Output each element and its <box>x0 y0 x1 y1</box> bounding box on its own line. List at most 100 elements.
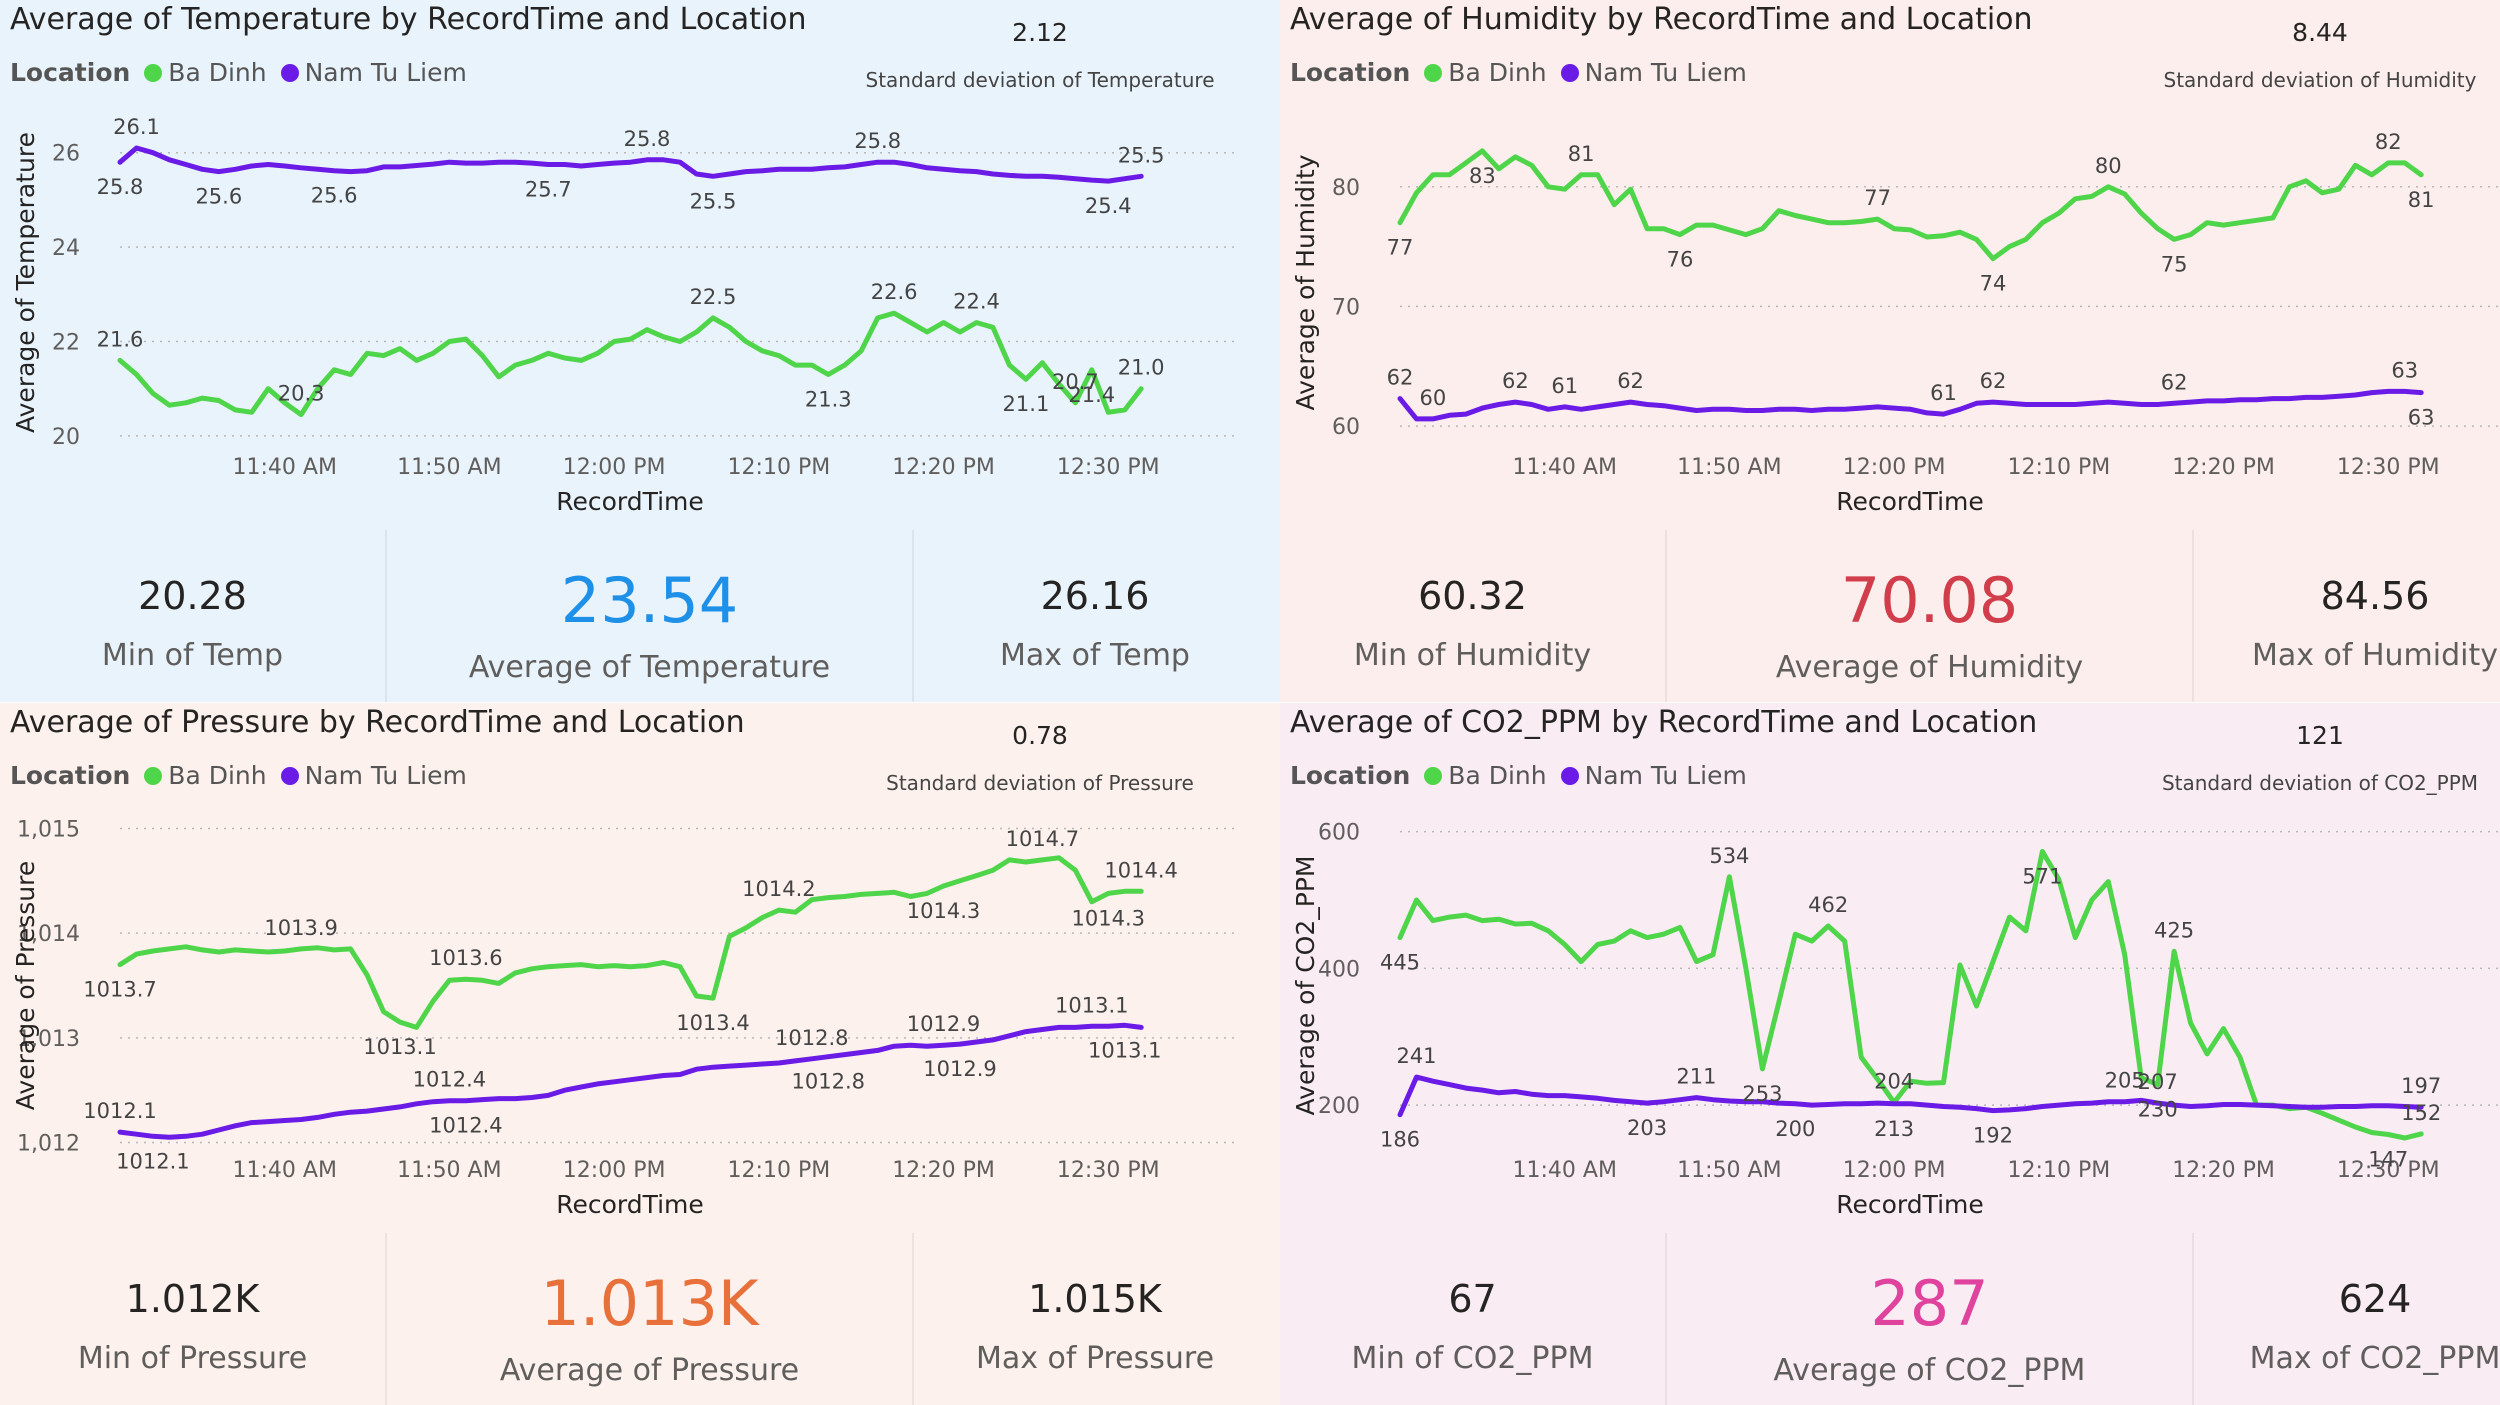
data-label: 203 <box>1627 1116 1667 1140</box>
kpi-max-value: 84.56 <box>2320 574 2430 618</box>
data-label: 192 <box>1973 1124 2013 1148</box>
data-label: 1012.1 <box>83 1099 156 1123</box>
y-axis-title: Average of CO2_PPM <box>1291 856 1320 1116</box>
y-tick-label: 20 <box>52 425 80 450</box>
data-label: 1014.4 <box>1104 858 1177 882</box>
data-label: 197 <box>2401 1074 2441 1098</box>
data-label: 1013.1 <box>363 1035 436 1059</box>
kpi-card-min[interactable]: 20.28 Min of Temp <box>0 530 385 702</box>
data-label: 445 <box>1380 951 1420 975</box>
kpi-card-min[interactable]: 67 Min of CO2_PPM <box>1280 1233 1665 1405</box>
x-tick-label: 11:40 AM <box>233 455 337 480</box>
data-label: 62 <box>2161 370 2188 394</box>
data-label: 21.3 <box>805 388 852 412</box>
x-tick-label: 12:30 PM <box>1057 455 1160 480</box>
data-label: 21.6 <box>97 327 144 351</box>
kpi-card-min[interactable]: 60.32 Min of Humidity <box>1280 530 1665 702</box>
y-tick-label: 400 <box>1318 957 1360 982</box>
y-tick-label: 60 <box>1332 415 1360 440</box>
x-tick-label: 12:00 PM <box>563 1158 666 1183</box>
data-label: 22.6 <box>871 280 918 304</box>
kpi-card-max[interactable]: 1.015K Max of Pressure <box>910 1233 1280 1405</box>
data-label: 62 <box>1502 369 1529 393</box>
series-line-nam-tu-liem <box>117 1022 1144 1140</box>
data-label: 1014.2 <box>742 877 815 901</box>
data-label: 77 <box>1387 236 1414 260</box>
data-label: 534 <box>1709 844 1749 868</box>
x-tick-label: 12:20 PM <box>892 455 995 480</box>
kpi-average-value: 23.54 <box>560 564 739 637</box>
data-label: 62 <box>1617 369 1644 393</box>
data-label: 25.7 <box>525 178 572 202</box>
data-label: 425 <box>2154 918 2194 942</box>
x-tick-label: 11:50 AM <box>397 1158 501 1183</box>
y-axis-title: Average of Humidity <box>1291 154 1320 410</box>
data-label: 230 <box>2138 1098 2178 1122</box>
line-chart-co2[interactable]: 200 400 600 11:40 AM 11:50 AM 12:00 PM 12:10 P… <box>1280 703 2500 1243</box>
x-tick-label: 11:50 AM <box>1677 455 1781 480</box>
kpi-average-label: Average of CO2_PPM <box>1773 1353 2086 1388</box>
kpi-max-label: Max of Humidity <box>2251 638 2499 673</box>
kpi-min-label: Min of Temp <box>101 638 284 673</box>
kpi-average-value: 1.013K <box>540 1267 759 1340</box>
y-tick-label: 600 <box>1318 821 1360 846</box>
data-label: 60 <box>1420 386 1447 410</box>
kpi-card-average[interactable]: 23.54 Average of Temperature <box>385 530 914 702</box>
kpi-card-average[interactable]: 70.08 Average of Humidity <box>1665 530 2194 702</box>
y-tick-label: 22 <box>52 330 80 355</box>
line-chart-humidity[interactable]: 60 70 80 11:40 AM 11:50 AM 12:00 PM 12:10 PM 12… <box>1280 0 2500 540</box>
kpi-card-average[interactable]: 287 Average of CO2_PPM <box>1665 1233 2194 1405</box>
line-chart-temperature[interactable]: 20 22 24 26 11:40 AM 11:50 AM 12:00 PM 12:10 PM… <box>0 0 1280 540</box>
x-tick-label: 12:10 PM <box>2008 455 2111 480</box>
data-label: 1012.4 <box>413 1068 486 1092</box>
kpi-max-value: 624 <box>2338 1277 2412 1321</box>
kpi-card-max[interactable]: 84.56 Max of Humidity <box>2190 530 2500 702</box>
data-label: 25.8 <box>97 175 144 199</box>
kpi-min-value: 1.012K <box>125 1277 260 1321</box>
data-label: 74 <box>1980 272 2007 296</box>
data-label: 1013.1 <box>1055 993 1128 1017</box>
data-label: 241 <box>1396 1044 1436 1068</box>
data-label: 77 <box>1864 186 1891 210</box>
data-label: 21.0 <box>1118 356 1165 380</box>
x-axis-title: RecordTime <box>1836 487 1984 516</box>
x-tick-label: 11:50 AM <box>397 455 501 480</box>
data-label: 83 <box>1469 164 1496 188</box>
data-label: 1012.8 <box>792 1070 865 1094</box>
data-label: 152 <box>2401 1101 2441 1125</box>
kpi-card-min[interactable]: 1.012K Min of Pressure <box>0 1233 385 1405</box>
data-label: 1012.1 <box>116 1149 189 1173</box>
data-label: 26.1 <box>113 115 160 139</box>
x-tick-label: 12:10 PM <box>2008 1158 2111 1183</box>
y-tick-label: 24 <box>52 236 80 261</box>
data-label: 571 <box>2022 865 2062 889</box>
data-label: 63 <box>2408 406 2435 430</box>
panel-temperature: Average of Temperature by RecordTime and… <box>0 0 1280 702</box>
data-label: 25.6 <box>311 184 358 208</box>
line-chart-pressure[interactable]: 1,0121,0131,0141,01511:40 AM 11:50 AM 12:0… <box>0 703 1280 1243</box>
data-label: 76 <box>1667 248 1694 272</box>
kpi-min-label: Min of CO2_PPM <box>1351 1341 1594 1376</box>
data-label: 25.8 <box>854 129 901 153</box>
data-label: 81 <box>1568 142 1595 166</box>
y-tick-label: 70 <box>1332 295 1360 320</box>
y-tick-label: 26 <box>52 142 80 167</box>
x-tick-label: 12:20 PM <box>2172 1158 2275 1183</box>
data-label: 22.4 <box>953 290 1000 314</box>
data-label: 62 <box>1980 369 2007 393</box>
data-label: 1013.9 <box>264 916 337 940</box>
kpi-card-max[interactable]: 624 Max of CO2_PPM <box>2190 1233 2500 1405</box>
x-axis-title: RecordTime <box>556 1190 704 1219</box>
x-tick-label: 12:00 PM <box>1843 455 1946 480</box>
x-tick-label: 11:40 AM <box>1513 1158 1617 1183</box>
data-label: 1012.9 <box>923 1057 996 1081</box>
data-label: 1014.7 <box>1006 827 1079 851</box>
x-axis-title: RecordTime <box>1836 1190 1984 1219</box>
series-line-ba-dinh <box>117 310 1144 418</box>
data-label: 147 <box>2368 1148 2408 1172</box>
kpi-card-max[interactable]: 26.16 Max of Temp <box>910 530 1280 702</box>
y-tick-label: 1,015 <box>17 817 80 842</box>
kpi-card-average[interactable]: 1.013K Average of Pressure <box>385 1233 914 1405</box>
series-line-ba-dinh <box>117 855 1144 1030</box>
data-label: 1012.4 <box>429 1114 502 1138</box>
